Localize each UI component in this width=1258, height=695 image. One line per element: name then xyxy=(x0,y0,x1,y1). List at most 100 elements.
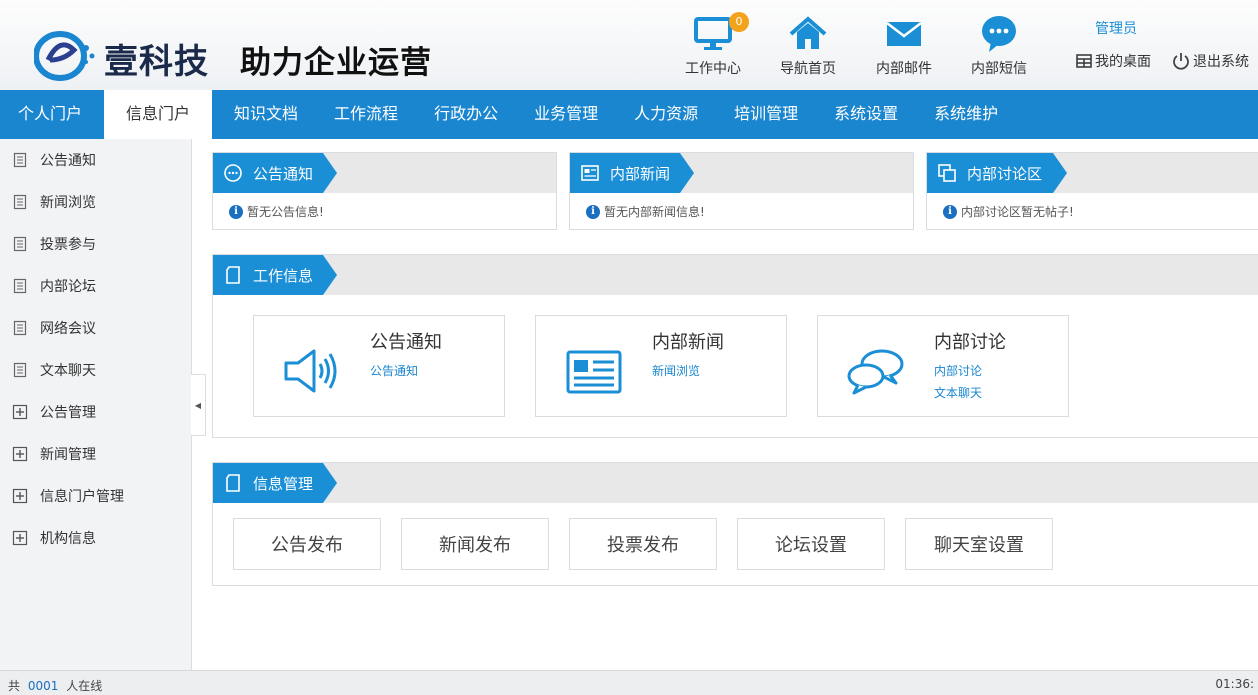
brand-slogan: 助力企业运营 xyxy=(240,45,432,81)
forum-settings-button[interactable]: 论坛设置 xyxy=(737,518,885,570)
newspaper-icon xyxy=(566,350,622,394)
card-link-discussion[interactable]: 内部讨论 xyxy=(934,362,982,379)
sidebar-item-meeting[interactable]: 网络会议 xyxy=(0,307,191,349)
sidebar-item-notice-mgmt[interactable]: 公告管理 xyxy=(0,391,191,433)
panel-title-tag: 工作信息 xyxy=(213,255,337,295)
sidebar-collapse-toggle[interactable]: ◀ xyxy=(191,374,206,436)
sidebar-item-label: 新闻管理 xyxy=(40,447,96,463)
panel-title: 工作信息 xyxy=(253,266,314,285)
tab-business-mgmt[interactable]: 业务管理 xyxy=(516,90,616,139)
sidebar-item-label: 公告通知 xyxy=(40,153,96,169)
document-icon xyxy=(13,278,27,294)
tab-knowledge-docs[interactable]: 知识文档 xyxy=(216,90,316,139)
sidebar-item-label: 内部论坛 xyxy=(40,279,96,295)
sidebar-item-news[interactable]: 新闻浏览 xyxy=(0,181,191,223)
nav-mail[interactable]: 内部邮件 xyxy=(866,14,942,78)
sidebar-item-label: 信息门户管理 xyxy=(40,489,124,505)
panel-title-tag: 内部新闻 xyxy=(570,153,694,193)
nav-sms[interactable]: 内部短信 xyxy=(961,14,1037,78)
chat-bubble-icon xyxy=(982,16,1016,52)
card-title: 公告通知 xyxy=(370,332,442,353)
sidebar-item-vote[interactable]: 投票参与 xyxy=(0,223,191,265)
logout-link[interactable]: 退出系统 xyxy=(1172,51,1249,71)
publish-vote-button[interactable]: 投票发布 xyxy=(569,518,717,570)
info-icon: i xyxy=(943,204,957,219)
card-title: 内部新闻 xyxy=(652,332,724,353)
publish-notice-button[interactable]: 公告发布 xyxy=(233,518,381,570)
sidebar-item-org-info[interactable]: 机构信息 xyxy=(0,517,191,559)
online-suffix: 人在线 xyxy=(66,679,103,693)
tab-system-maintenance[interactable]: 系统维护 xyxy=(916,90,1016,139)
news-panel: 内部新闻 i 暂无内部新闻信息! xyxy=(569,152,914,230)
forum-panel: 内部讨论区 i 内部讨论区暂无帖子! xyxy=(926,152,1258,230)
sidebar-item-label: 机构信息 xyxy=(40,531,96,547)
logo-icon xyxy=(34,31,95,81)
panel-header: 内部讨论区 xyxy=(927,153,1258,193)
sidebar-item-label: 网络会议 xyxy=(40,321,96,337)
document-icon xyxy=(13,362,27,378)
panel-title: 内部讨论区 xyxy=(967,164,1043,183)
chatroom-settings-button[interactable]: 聊天室设置 xyxy=(905,518,1053,570)
online-number[interactable]: 0001 xyxy=(28,679,59,693)
sidebar-item-forum[interactable]: 内部论坛 xyxy=(0,265,191,307)
grid-icon xyxy=(1076,54,1092,68)
tab-training[interactable]: 培训管理 xyxy=(716,90,816,139)
speaker-icon xyxy=(284,349,337,393)
brand-name: 壹科技 xyxy=(104,42,209,82)
tab-admin-office[interactable]: 行政办公 xyxy=(416,90,516,139)
current-user[interactable]: 管理员 xyxy=(1095,18,1137,38)
panel-header: 内部新闻 xyxy=(570,153,913,193)
my-desktop-link[interactable]: 我的桌面 xyxy=(1076,51,1151,71)
panel-message: i 暂无内部新闻信息! xyxy=(570,193,913,220)
work-card-news: 内部新闻 新闻浏览 xyxy=(535,315,787,417)
panel-title: 公告通知 xyxy=(253,164,314,183)
expand-plus-icon xyxy=(12,530,28,546)
online-count: 共 0001 人在线 xyxy=(8,677,102,694)
status-bar: 共 0001 人在线 01:36: xyxy=(0,670,1258,695)
sidebar-item-notice[interactable]: 公告通知 xyxy=(0,139,191,181)
chat-circle-icon xyxy=(224,164,242,182)
document-icon xyxy=(13,320,27,336)
panel-message-text: 暂无内部新闻信息! xyxy=(604,205,705,219)
sidebar-item-portal-mgmt[interactable]: 信息门户管理 xyxy=(0,475,191,517)
card-link-notice[interactable]: 公告通知 xyxy=(370,362,418,379)
document-icon xyxy=(13,194,27,210)
tab-info-portal[interactable]: 信息门户 xyxy=(104,90,213,139)
card-link-news-browse[interactable]: 新闻浏览 xyxy=(652,362,700,379)
nav-home[interactable]: 导航首页 xyxy=(770,14,846,78)
expand-plus-icon xyxy=(12,488,28,504)
info-icon: i xyxy=(586,204,600,219)
sidebar-item-chat[interactable]: 文本聊天 xyxy=(0,349,191,391)
panel-header: 公告通知 xyxy=(213,153,556,193)
notice-panel: 公告通知 i 暂无公告信息! xyxy=(212,152,557,230)
nav-work-center[interactable]: 0 工作中心 xyxy=(675,12,751,78)
mail-icon xyxy=(886,22,922,46)
panel-title-tag: 信息管理 xyxy=(213,463,337,503)
work-card-discussion: 内部讨论 内部讨论 文本聊天 xyxy=(817,315,1069,417)
document-icon xyxy=(13,236,27,252)
tab-hr[interactable]: 人力资源 xyxy=(616,90,716,139)
logout-label: 退出系统 xyxy=(1193,54,1249,70)
publish-news-button[interactable]: 新闻发布 xyxy=(401,518,549,570)
nav-mail-label: 内部邮件 xyxy=(876,61,932,77)
tab-personal-portal[interactable]: 个人门户 xyxy=(0,90,100,139)
panel-header: 工作信息 xyxy=(213,255,1258,295)
expand-plus-icon xyxy=(12,404,28,420)
sidebar-item-label: 新闻浏览 xyxy=(40,195,96,211)
card-link-text-chat[interactable]: 文本聊天 xyxy=(934,384,982,401)
caret-left-icon: ◀ xyxy=(194,400,202,410)
tab-system-settings[interactable]: 系统设置 xyxy=(816,90,916,139)
sidebar: 公告通知 新闻浏览 投票参与 内部论坛 网络会议 文本聊天 公告管理 新闻管理 … xyxy=(0,139,192,670)
monitor-icon xyxy=(694,17,732,50)
panel-message: i 暂无公告信息! xyxy=(213,193,556,220)
sidebar-item-news-mgmt[interactable]: 新闻管理 xyxy=(0,433,191,475)
nav-home-label: 导航首页 xyxy=(780,61,836,77)
main-nav: 个人门户 信息门户 知识文档 工作流程 行政办公 业务管理 人力资源 培训管理 … xyxy=(0,90,1258,139)
panel-title: 信息管理 xyxy=(253,474,314,493)
panel-title: 内部新闻 xyxy=(610,164,671,183)
sidebar-item-label: 文本聊天 xyxy=(40,363,96,379)
newspaper-icon xyxy=(581,165,599,181)
info-icon: i xyxy=(229,204,243,219)
work-card-notice: 公告通知 公告通知 xyxy=(253,315,505,417)
tab-workflow[interactable]: 工作流程 xyxy=(316,90,416,139)
